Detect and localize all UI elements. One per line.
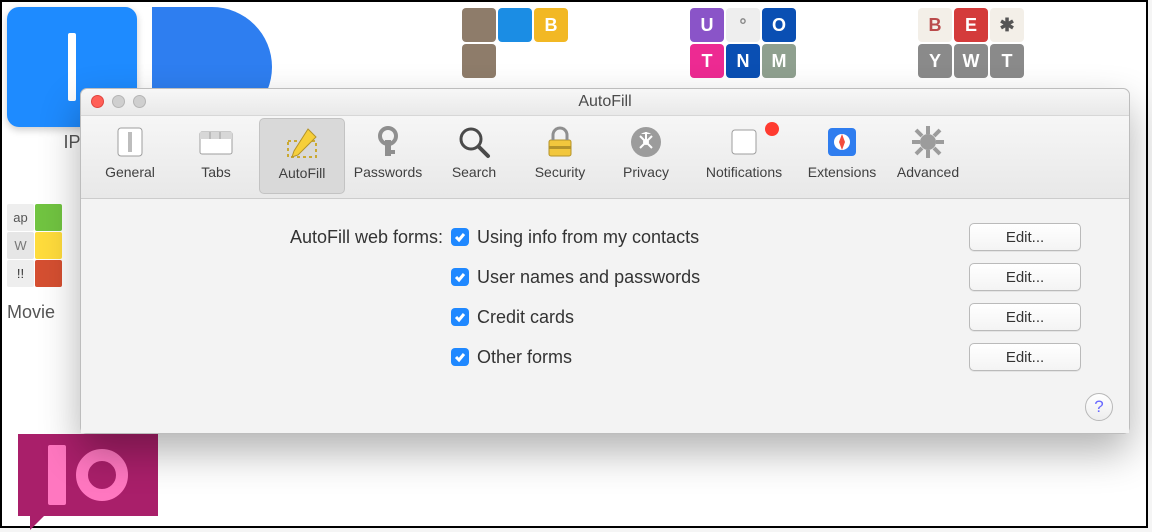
autofill-edit-button-label: Edit... [1006, 269, 1044, 286]
toolbar-tab-label: Tabs [201, 164, 231, 180]
autofill-section-label: AutoFill web forms: [111, 227, 451, 248]
desktop-folder-app-tile: T [990, 44, 1024, 78]
toolbar-tab-privacy[interactable]: Privacy [603, 118, 689, 198]
privacy-icon [626, 122, 666, 162]
autofill-edit-button[interactable]: Edit... [969, 343, 1081, 371]
toolbar-tab-label: AutoFill [279, 165, 326, 181]
desktop-folder-app-tile: ° [726, 8, 760, 42]
toolbar-tab-label: Security [535, 164, 586, 180]
desktop-folder-app-tile: B [918, 8, 952, 42]
autofill-option-checkbox[interactable] [451, 228, 469, 246]
autofill-edit-button[interactable]: Edit... [969, 263, 1081, 291]
desktop-folder-app-tile [35, 204, 62, 231]
autofill-edit-button-label: Edit... [1006, 309, 1044, 326]
desktop-folder-app-tile: !! [7, 260, 34, 287]
autofill-option-row: User names and passwords Edit... [111, 257, 1099, 297]
desktop-folder-app-tile [462, 44, 496, 78]
toolbar-tab-label: Advanced [897, 164, 959, 180]
toolbar-tab-tabs[interactable]: Tabs [173, 118, 259, 198]
help-glyph: ? [1094, 397, 1103, 417]
desktop-folder-app-tile: Y [918, 44, 952, 78]
preferences-toolbar: General Tabs AutoFill Passwords Search Securi… [81, 116, 1129, 199]
passwords-icon [368, 122, 408, 162]
toolbar-tab-notifications[interactable]: Notifications [689, 118, 799, 198]
toolbar-tab-label: General [105, 164, 155, 180]
desktop-folder-grid-2: U°O TNM [690, 8, 796, 78]
autofill-option-checkbox[interactable] [451, 308, 469, 326]
autofill-option-row: AutoFill web forms: Using info from my co… [111, 217, 1099, 257]
io-logo [18, 434, 158, 516]
toolbar-tab-advanced[interactable]: Advanced [885, 118, 971, 198]
autofill-option-label: Using info from my contacts [477, 227, 699, 248]
toolbar-tab-autofill[interactable]: AutoFill [259, 118, 345, 194]
toolbar-tab-search[interactable]: Search [431, 118, 517, 198]
desktop-folder-grid-1: B [462, 8, 568, 78]
autofill-pane: AutoFill web forms: Using info from my co… [81, 199, 1129, 433]
window-close-button[interactable] [91, 95, 104, 108]
toolbar-tab-general[interactable]: General [87, 118, 173, 198]
autofill-option-label: Credit cards [477, 307, 574, 328]
desktop-folder-app-tile: ✱ [990, 8, 1024, 42]
desktop-folder-app-tile: M [762, 44, 796, 78]
desktop-folder-app-tile: W [954, 44, 988, 78]
notifications-icon [724, 122, 764, 162]
autofill-option-row: Credit cards Edit... [111, 297, 1099, 337]
notification-badge [765, 122, 779, 136]
desktop-folder-app-tile: ap [7, 204, 34, 231]
toolbar-tab-passwords[interactable]: Passwords [345, 118, 431, 198]
window-titlebar: AutoFill [81, 89, 1129, 116]
autofill-icon [282, 123, 322, 163]
desktop-folder-app-tile: N [726, 44, 760, 78]
desktop-folder-app-tile: U [690, 8, 724, 42]
toolbar-tab-label: Search [452, 164, 496, 180]
autofill-edit-button[interactable]: Edit... [969, 223, 1081, 251]
desktop-folder-app-tile [35, 260, 62, 287]
desktop-folder-grid-3: BE✱ YWT [918, 8, 1024, 78]
window-zoom-button[interactable] [133, 95, 146, 108]
window-title: AutoFill [578, 93, 631, 111]
desktop-folder-app-tile [35, 232, 62, 259]
preferences-window: AutoFill General Tabs AutoFill Passwords Sea… [80, 88, 1130, 434]
autofill-edit-button-label: Edit... [1006, 229, 1044, 246]
autofill-option-label: User names and passwords [477, 267, 700, 288]
tabs-icon [196, 122, 236, 162]
desktop-folder-app-tile [498, 8, 532, 42]
toolbar-tab-label: Notifications [706, 164, 782, 180]
desktop-folder-movies: apW!! [7, 204, 77, 288]
desktop-folder-app-tile: B [534, 8, 568, 42]
autofill-option-checkbox[interactable] [451, 348, 469, 366]
toolbar-tab-label: Extensions [808, 164, 876, 180]
desktop-folder-app-tile: E [954, 8, 988, 42]
autofill-edit-button[interactable]: Edit... [969, 303, 1081, 331]
extensions-icon [822, 122, 862, 162]
toolbar-tab-security[interactable]: Security [517, 118, 603, 198]
autofill-option-row: Other forms Edit... [111, 337, 1099, 377]
autofill-option-label: Other forms [477, 347, 572, 368]
desktop-folder-app-tile: W [7, 232, 34, 259]
advanced-icon [908, 122, 948, 162]
security-icon [540, 122, 580, 162]
toolbar-tab-extensions[interactable]: Extensions [799, 118, 885, 198]
search-icon [454, 122, 494, 162]
desktop-folder-app-tile [462, 8, 496, 42]
desktop-folder-app-tile: O [762, 8, 796, 42]
autofill-edit-button-label: Edit... [1006, 349, 1044, 366]
toolbar-tab-label: Passwords [354, 164, 422, 180]
toolbar-tab-label: Privacy [623, 164, 669, 180]
desktop-folder-app-tile: T [690, 44, 724, 78]
desktop-folder-label-movies: Movie [7, 302, 55, 323]
help-button[interactable]: ? [1085, 393, 1113, 421]
window-minimize-button[interactable] [112, 95, 125, 108]
general-icon [110, 122, 150, 162]
autofill-option-checkbox[interactable] [451, 268, 469, 286]
